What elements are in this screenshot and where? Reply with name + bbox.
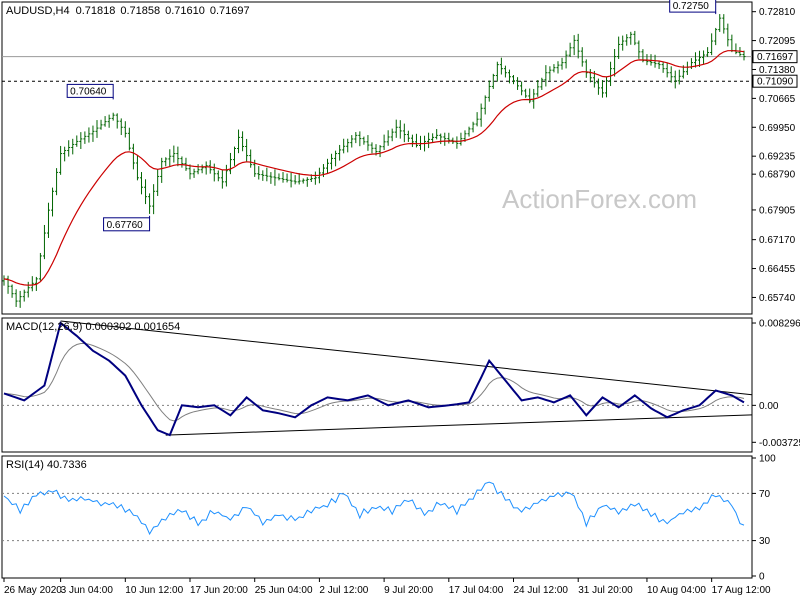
y-tick-label: 70 — [759, 489, 771, 500]
rsi-title: RSI(14) 40.7336 — [6, 459, 87, 471]
x-tick-label: 10 Aug 04:00 — [647, 585, 706, 596]
y-tick-label: 100 — [759, 454, 776, 465]
price-panel-frame — [1, 1, 753, 315]
annotation-label: 0.72750 — [673, 1, 710, 12]
x-tick-label: 2 Jul 12:00 — [319, 585, 368, 596]
x-tick-label: 31 Jul 20:00 — [578, 585, 633, 596]
y-tick-label: 0.66455 — [759, 264, 796, 275]
chart-area: ActionForex.com 0.70640 0.67760 0.72750 AU… — [1, 0, 800, 596]
price-tag-label: 0.71090 — [757, 77, 794, 88]
y-tick-label: 0.69950 — [759, 123, 796, 134]
x-tick-label: 17 Jul 04:00 — [449, 585, 504, 596]
x-tick-label: 17 Aug 12:00 — [712, 585, 771, 596]
x-tick-label: 3 Jun 04:00 — [61, 585, 114, 596]
y-tick-label: 0.65740 — [759, 293, 796, 304]
price-close: 0.71697 — [210, 5, 250, 17]
y-axes: 0.72810 0.72095 0.71380 0.70665 0.69950 0.692… — [752, 7, 800, 583]
price-tag-label: 0.71697 — [757, 52, 794, 63]
price-panel: ActionForex.com 0.70640 0.67760 0.72750 AU… — [1, 0, 753, 315]
y-tick-label: 30 — [759, 536, 771, 547]
x-tick-label: 9 Jul 20:00 — [384, 585, 433, 596]
macd-panel-frame — [1, 317, 753, 453]
y-tick-label: 0.71380 — [759, 65, 796, 76]
annotation-label: 0.70640 — [70, 86, 107, 97]
y-tick-label: -0.003725 — [759, 438, 800, 449]
x-tick-label: 25 Jun 04:00 — [255, 585, 313, 596]
x-tick-label: 26 May 2020 — [4, 585, 62, 596]
x-tick-label: 17 Jun 20:00 — [190, 585, 248, 596]
x-axis: 26 May 20203 Jun 04:00 10 Jun 12:00 17 Jun… — [3, 578, 771, 596]
y-tick-label: 0.72095 — [759, 36, 796, 47]
price-open: 0.71818 — [76, 5, 116, 17]
annotation-label: 0.67760 — [107, 220, 144, 231]
rsi-panel-frame — [1, 455, 753, 579]
y-tick-label: 0.008296 — [759, 319, 800, 330]
y-tick-label: 0.68790 — [759, 170, 796, 181]
y-tick-label: 0 — [759, 572, 765, 583]
watermark-text: ActionForex.com — [502, 184, 697, 214]
y-tick-label: 0.72810 — [759, 7, 796, 18]
y-tick-label: 0.00 — [759, 401, 779, 412]
y-tick-label: 0.69235 — [759, 152, 796, 163]
macd-title: MACD(12,26,9) 0.000302 0.001654 — [6, 321, 180, 333]
rsi-panel: RSI(14) 40.7336 — [1, 455, 753, 579]
x-tick-label: 10 Jun 12:00 — [125, 585, 183, 596]
y-tick-label: 0.70665 — [759, 94, 796, 105]
price-high: 0.71858 — [120, 5, 160, 17]
y-tick-label: 0.67170 — [759, 235, 796, 246]
price-title: AUDUSD,H4 0.71818 0.71858 0.71610 0.71697 — [6, 5, 250, 17]
y-tick-label: 0.67905 — [759, 205, 796, 216]
macd-panel: MACD(12,26,9) 0.000302 0.001654 — [1, 317, 753, 453]
x-tick-label: 24 Jul 12:00 — [514, 585, 569, 596]
price-low: 0.71610 — [165, 5, 205, 17]
price-title-symbol: AUDUSD,H4 — [6, 5, 70, 17]
